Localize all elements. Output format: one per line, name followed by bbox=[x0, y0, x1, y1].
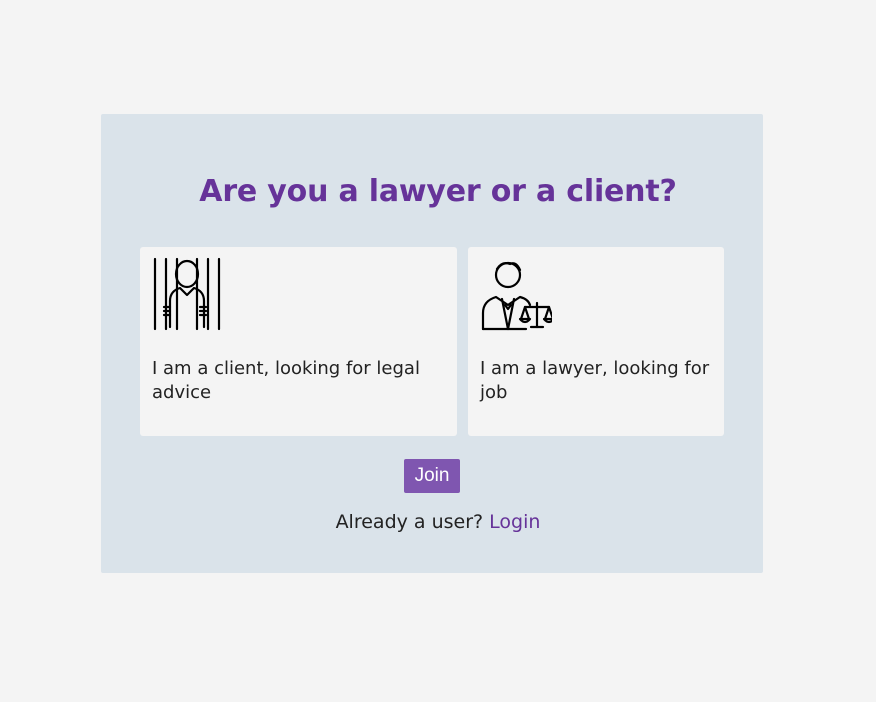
client-option-card[interactable]: I am a client, looking for legal advice bbox=[140, 247, 457, 436]
login-link[interactable]: Login bbox=[489, 511, 540, 533]
lawyer-option-card[interactable]: I am a lawyer, looking for job bbox=[468, 247, 724, 436]
already-user-line: Already a user? Login bbox=[0, 511, 876, 533]
join-button[interactable]: Join bbox=[404, 459, 460, 493]
client-option-label: I am a client, looking for legal advice bbox=[152, 358, 420, 403]
lawyer-option-label: I am a lawyer, looking for job bbox=[480, 358, 710, 403]
page-title: Are you a lawyer or a client? bbox=[199, 174, 677, 209]
lawyer-scales-icon bbox=[481, 261, 552, 331]
already-user-text: Already a user? bbox=[335, 511, 484, 533]
prisoner-icon bbox=[153, 257, 221, 331]
